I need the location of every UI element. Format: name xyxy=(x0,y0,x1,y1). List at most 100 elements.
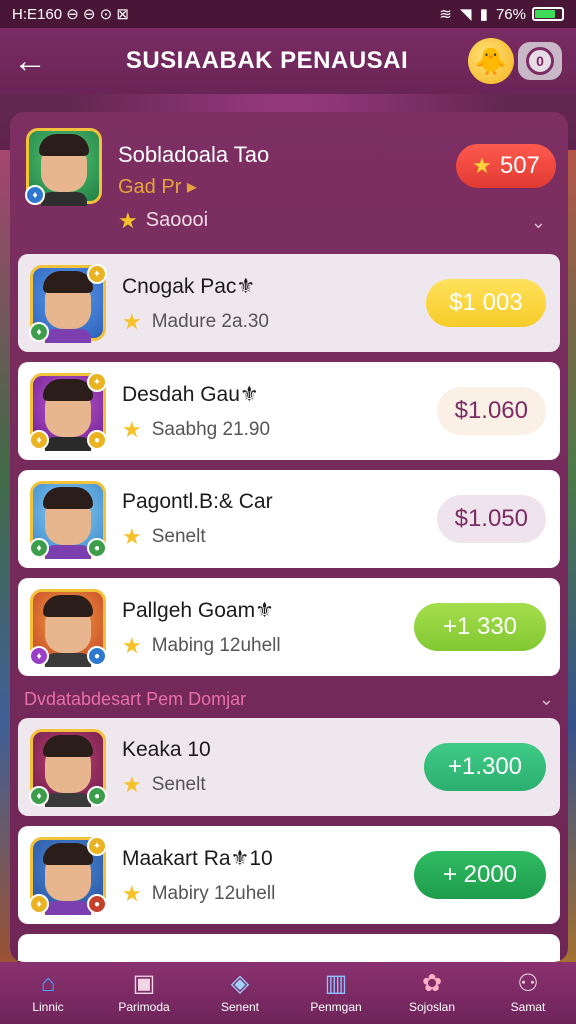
medal-icon: ✦ xyxy=(87,264,107,284)
status-right: ≋ ◥ ▮ 76% xyxy=(439,5,564,23)
header-actions: 🐥 0 xyxy=(468,38,562,84)
rank-badge-icon: ♦ xyxy=(29,646,49,666)
player-text: Desdah Gau⚜ ★ Saabhg 21.90 xyxy=(122,382,437,441)
player-name: Maakart Ra⚜10 xyxy=(122,846,273,870)
nav-label: Senent xyxy=(220,1000,260,1014)
battery-percent: 76% xyxy=(495,5,526,23)
back-arrow-icon[interactable]: ← xyxy=(0,28,60,94)
player-name: Keaka 10 xyxy=(122,738,211,761)
nav-label: Sojoslan xyxy=(408,1000,456,1014)
list-item[interactable]: ♦ ● Pagontl.B:& Car ★ Senelt $1.050 xyxy=(18,470,560,568)
score-pill[interactable]: +1.300 xyxy=(424,743,546,791)
player-meta: ★ Madure 2a.30 xyxy=(122,308,426,334)
player-text: Cnogak Pac⚜ ★ Madure 2a.30 xyxy=(122,274,426,333)
battery-icon xyxy=(532,7,564,21)
player-avatar: ✦ ♦ ● xyxy=(29,372,107,451)
box-icon: ◈ xyxy=(230,970,250,997)
list-item-partial[interactable] xyxy=(18,934,560,962)
star-icon: ★ xyxy=(122,772,142,797)
status-left: H:E160 ⊖ ⊖ ⊙ ⊠ xyxy=(12,5,129,23)
nav-item-users[interactable]: ⚇ Samat xyxy=(480,972,576,1015)
featured-subtitle: Gad Pr ▸ xyxy=(118,176,197,198)
medal-icon: ✦ xyxy=(87,372,107,392)
player-meta-text: Senelt xyxy=(151,774,206,795)
rank-badge-icon: ♦ xyxy=(29,786,49,806)
rank-badge-icon: ● xyxy=(87,646,107,666)
score-pill[interactable]: $1.060 xyxy=(436,387,546,435)
rank-badge-icon: ♦ xyxy=(29,430,49,450)
nav-label: Parimoda xyxy=(118,1000,170,1014)
player-meta: ★ Mabing 12uhell xyxy=(122,632,414,658)
player-meta-text: Senelt xyxy=(151,526,206,547)
star-icon: ★ xyxy=(122,524,142,549)
signal-icons: ≋ ◥ ▮ xyxy=(439,6,490,23)
featured-text: Sobladoala Tao Gad Pr ▸ ★ Saoooi xyxy=(118,128,269,244)
list-item[interactable]: ♦ ● Pallgeh Goam⚜ ★ Mabing 12uhell +1 33… xyxy=(18,578,560,676)
star-icon: ★ xyxy=(122,880,142,906)
mascot-icon[interactable]: 🐥 xyxy=(468,38,514,84)
player-meta-text: Mabiry 12uhell xyxy=(151,882,276,904)
player-name: Desdah Gau⚜ xyxy=(122,382,259,406)
nav-item-settings[interactable]: ✿ Sojoslan xyxy=(384,970,480,1015)
top-app-bar: ← SUSIAABAK PENAUSAI 🐥 0 xyxy=(0,28,576,94)
coin-icon: 0 xyxy=(526,47,554,75)
player-meta: ★ Senelt xyxy=(122,526,437,548)
chevron-down-icon[interactable]: ⌄ xyxy=(531,212,546,233)
list-item[interactable]: ♦ ● Keaka 10 ★ Senelt +1.300 xyxy=(18,718,560,816)
player-name: Pagontl.B:& Car xyxy=(122,490,273,513)
rank-badge-icon: ● xyxy=(87,894,107,914)
player-list-bottom: ♦ ● Keaka 10 ★ Senelt +1.300 ✦ ♦ ● Maaka… xyxy=(10,718,568,962)
section-header[interactable]: Dvdatabdesart Pem Domjar ⌄ xyxy=(10,680,568,718)
rank-badge-icon: ♦ xyxy=(29,322,49,342)
settings-icon: ✿ xyxy=(421,970,443,997)
player-meta: ★ Senelt xyxy=(122,774,424,796)
rank-badge-icon: ♦ xyxy=(25,185,45,205)
star-icon: ★ xyxy=(122,416,142,442)
nav-item-box[interactable]: ◈ Senent xyxy=(192,970,288,1015)
rank-badge-icon: ♦ xyxy=(29,894,49,914)
score-pill[interactable]: + 2000 xyxy=(414,851,546,899)
star-icon: ★ xyxy=(122,308,142,334)
player-meta: ★ Mabiry 12uhell xyxy=(122,880,414,906)
list-item[interactable]: ✦ ♦ ● Maakart Ra⚜10 ★ Mabiry 12uhell + 2… xyxy=(18,826,560,924)
chevron-down-icon[interactable]: ⌄ xyxy=(539,689,554,710)
home-icon: ⌂ xyxy=(40,970,56,997)
page-title: SUSIAABAK PENAUSAI xyxy=(125,47,409,74)
section-title: Dvdatabdesart Pem Domjar xyxy=(24,688,247,709)
featured-meta-text: Saoooi xyxy=(145,209,209,231)
rank-badge-icon: ● xyxy=(87,430,107,450)
status-time: H:E160 ⊖ ⊖ ⊙ ⊠ xyxy=(12,6,129,23)
nav-item-shop[interactable]: ▣ Parimoda xyxy=(96,972,192,1015)
featured-meta: ★ Saoooi xyxy=(118,209,269,232)
featured-avatar: ♦ xyxy=(25,128,102,206)
player-text: Pagontl.B:& Car ★ Senelt xyxy=(122,490,437,548)
player-meta-text: Mabing 12uhell xyxy=(151,634,281,656)
medal-icon: ✦ xyxy=(87,836,107,856)
player-text: Keaka 10 ★ Senelt xyxy=(122,738,424,796)
nav-label: Linnic xyxy=(32,1000,64,1014)
player-meta-text: Madure 2a.30 xyxy=(151,310,269,332)
featured-player[interactable]: ♦ Sobladoala Tao Gad Pr ▸ ★ Saoooi ★ 507… xyxy=(10,112,568,244)
nav-label: Penmgan xyxy=(310,1000,362,1014)
player-avatar: ♦ ● xyxy=(29,589,107,667)
player-avatar: ♦ ● xyxy=(29,481,107,559)
star-icon: ★ xyxy=(122,632,142,658)
coin-button[interactable]: 0 xyxy=(518,42,562,80)
leaderboard-panel: ♦ Sobladoala Tao Gad Pr ▸ ★ Saoooi ★ 507… xyxy=(10,112,568,962)
player-name: Pallgeh Goam⚜ xyxy=(122,598,274,622)
rank-badge-icon: ♦ xyxy=(29,538,49,558)
chart-icon: ▥ xyxy=(324,970,348,997)
score-pill[interactable]: $1.050 xyxy=(436,495,546,543)
nav-item-home[interactable]: ⌂ Linnic xyxy=(0,970,96,1015)
featured-score: 507 xyxy=(499,152,540,179)
list-item[interactable]: ✦ ♦ Cnogak Pac⚜ ★ Madure 2a.30 $1 003 xyxy=(18,254,560,352)
bottom-nav: ⌂ Linnic ▣ Parimoda ◈ Senent ▥ Penmgan ✿… xyxy=(0,962,576,1024)
player-avatar: ♦ ● xyxy=(29,729,107,807)
nav-item-chart[interactable]: ▥ Penmgan xyxy=(288,970,384,1015)
score-pill[interactable]: $1 003 xyxy=(426,279,546,327)
nav-label: Samat xyxy=(510,1000,546,1014)
player-avatar: ✦ ♦ xyxy=(29,264,107,343)
featured-score-badge[interactable]: ★ 507 xyxy=(456,144,556,188)
score-pill[interactable]: +1 330 xyxy=(414,603,546,651)
list-item[interactable]: ✦ ♦ ● Desdah Gau⚜ ★ Saabhg 21.90 $1.060 xyxy=(18,362,560,460)
